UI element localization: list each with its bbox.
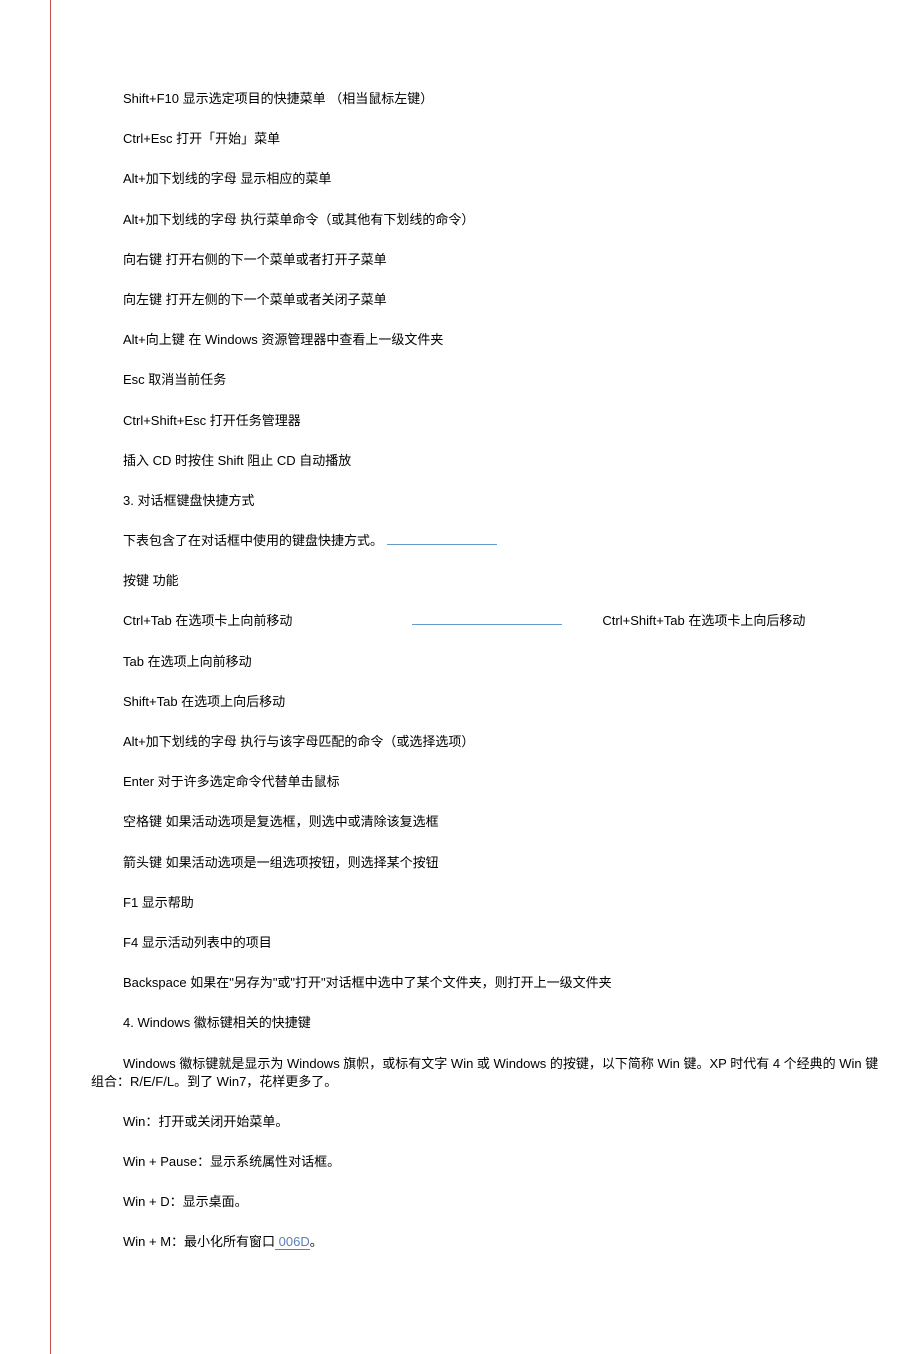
text-line: 箭头键 如果活动选项是一组选项按钮，则选择某个按钮 [91,854,880,872]
text-content: 下表包含了在对话框中使用的键盘快捷方式。 [123,533,383,548]
text-paragraph: Windows 徽标键就是显示为 Windows 旗帜，或标有文字 Win 或 … [91,1055,880,1091]
text-line: Ctrl+Tab 在选项卡上向前移动 Ctrl+Shift+Tab 在选项卡上向后… [91,612,880,630]
text-line: 空格键 如果活动选项是复选框，则选中或清除该复选框 [91,813,880,831]
text-line: Shift+Tab 在选项上向后移动 [91,693,880,711]
text-line: 向左键 打开左侧的下一个菜单或者关闭子菜单 [91,291,880,309]
text-line: Ctrl+Shift+Esc 打开任务管理器 [91,412,880,430]
link-006d[interactable]: 006D [275,1234,310,1250]
text-line: Tab 在选项上向前移动 [91,653,880,671]
text-line: 向右键 打开右侧的下一个菜单或者打开子菜单 [91,251,880,269]
text-line: Win + Pause：显示系统属性对话框。 [91,1153,880,1171]
text-line: F1 显示帮助 [91,894,880,912]
document-page: Shift+F10 显示选定项目的快捷菜单 （相当鼠标左键） Ctrl+Esc … [50,0,920,1354]
underline-blank [387,534,497,545]
text-content: 。 [310,1234,323,1249]
text-line: Alt+向上键 在 Windows 资源管理器中查看上一级文件夹 [91,331,880,349]
text-content: Win + M：最小化所有窗口 [123,1234,275,1249]
text-line: Ctrl+Esc 打开「开始」菜单 [91,130,880,148]
text-line: Win + M：最小化所有窗口 006D。 [91,1233,880,1251]
text-line: 按键 功能 [91,572,880,590]
section-heading: 3. 对话框键盘快捷方式 [91,492,880,510]
text-line: Win + D：显示桌面。 [91,1193,880,1211]
text-line: Win：打开或关闭开始菜单。 [91,1113,880,1131]
text-line: Esc 取消当前任务 [91,371,880,389]
text-line: Alt+加下划线的字母 显示相应的菜单 [91,170,880,188]
text-line: Shift+F10 显示选定项目的快捷菜单 （相当鼠标左键） [91,90,880,108]
text-line: Alt+加下划线的字母 执行与该字母匹配的命令（或选择选项） [91,733,880,751]
text-content: Ctrl+Tab 在选项卡上向前移动 [123,613,292,628]
underline-blank [412,614,562,625]
text-line: 下表包含了在对话框中使用的键盘快捷方式。 [91,532,880,550]
text-line: 插入 CD 时按住 Shift 阻止 CD 自动播放 [91,452,880,470]
text-content: Ctrl+Shift+Tab 在选项卡上向后移动 [602,613,805,628]
text-line: Enter 对于许多选定命令代替单击鼠标 [91,773,880,791]
text-line: Alt+加下划线的字母 执行菜单命令（或其他有下划线的命令） [91,211,880,229]
text-line: Backspace 如果在"另存为"或"打开"对话框中选中了某个文件夹，则打开上… [91,974,880,992]
text-line: F4 显示活动列表中的项目 [91,934,880,952]
section-heading: 4. Windows 徽标键相关的快捷键 [91,1014,880,1032]
